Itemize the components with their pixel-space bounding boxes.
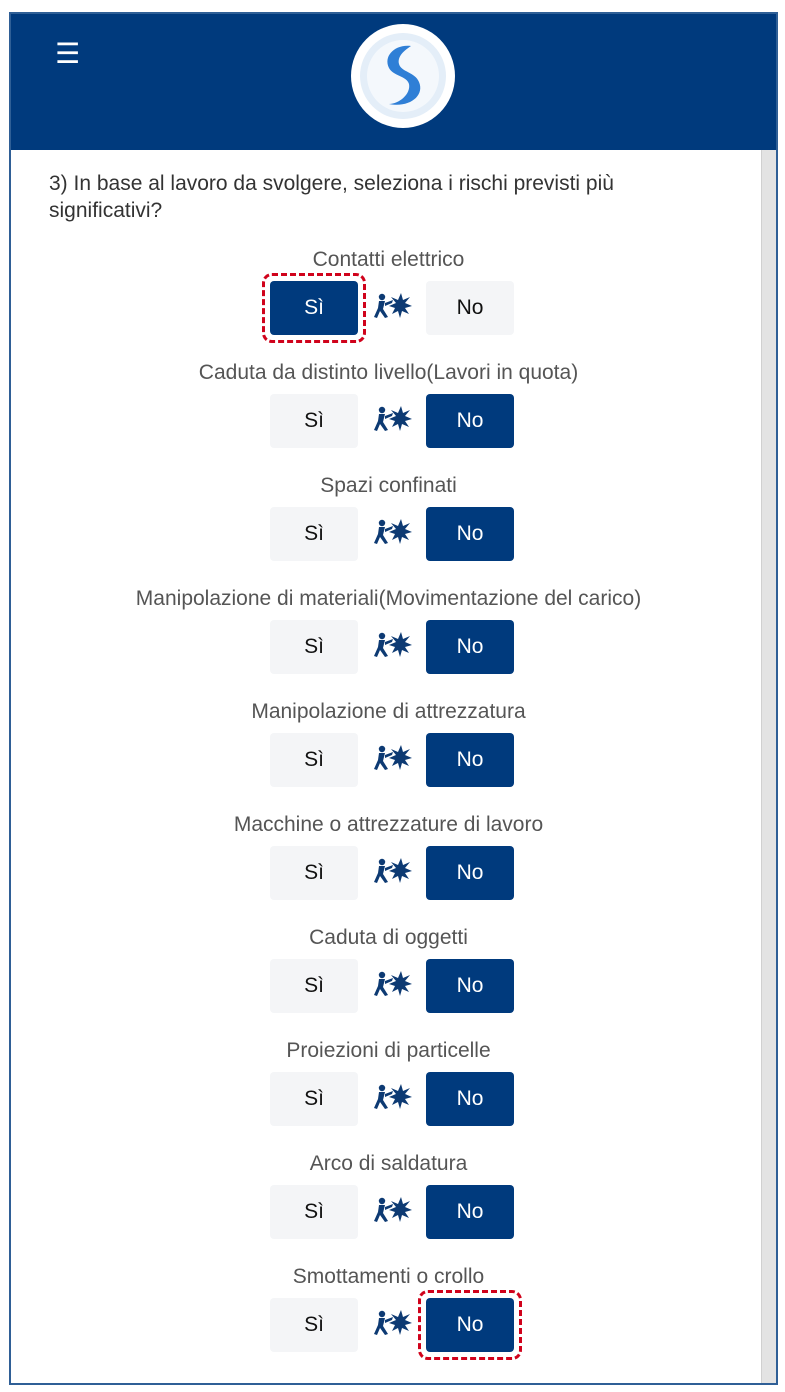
yes-button[interactable]: Sì <box>270 1072 358 1126</box>
electric-hazard-icon <box>374 1310 412 1335</box>
app-frame: ☰ 3) In base al lavoro da svolgere, sele… <box>9 12 778 1385</box>
risk-label: Manipolazione di materiali(Movimentazion… <box>135 587 642 610</box>
yes-button[interactable]: Sì <box>270 1185 358 1239</box>
yes-button[interactable]: Sì <box>270 1298 358 1352</box>
risk-item: Caduta di oggetti Sì No <box>11 925 766 1038</box>
no-button[interactable]: No <box>426 1298 514 1352</box>
risk-item: Spazi confinati Sì No <box>11 473 766 586</box>
no-button[interactable]: No <box>426 846 514 900</box>
no-button[interactable]: No <box>426 733 514 787</box>
risk-item: Manipolazione di attrezzatura Sì No <box>11 699 766 812</box>
no-button[interactable]: No <box>426 620 514 674</box>
yes-button[interactable]: Sì <box>270 620 358 674</box>
electric-hazard-icon <box>374 293 412 318</box>
risk-label: Macchine o attrezzature di lavoro <box>233 813 544 836</box>
risk-label: Arco di saldatura <box>309 1152 468 1175</box>
question-content: 3) In base al lavoro da svolgere, selezi… <box>11 150 776 1383</box>
yes-button[interactable]: Sì <box>270 733 358 787</box>
no-button[interactable]: No <box>426 1185 514 1239</box>
risk-item: Proiezioni di particelle Sì No <box>11 1038 766 1151</box>
yes-button[interactable]: Sì <box>270 959 358 1013</box>
risk-label: Proiezioni di particelle <box>286 1039 491 1062</box>
yes-button[interactable]: Sì <box>270 846 358 900</box>
no-button[interactable]: No <box>426 1072 514 1126</box>
electric-hazard-icon <box>374 632 412 657</box>
logo-icon <box>353 26 453 126</box>
yes-button[interactable]: Sì <box>270 394 358 448</box>
risk-item: Arco di saldatura Sì No <box>11 1151 766 1264</box>
electric-hazard-icon <box>374 858 412 883</box>
risk-item: Caduta da distinto livello(Lavori in quo… <box>11 360 766 473</box>
question-text: 3) In base al lavoro da svolgere, selezi… <box>49 172 614 222</box>
electric-hazard-icon <box>374 745 412 770</box>
electric-hazard-icon <box>374 1084 412 1109</box>
risk-item: Manipolazione di materiali(Movimentazion… <box>11 586 766 699</box>
electric-hazard-icon <box>374 1197 412 1222</box>
risk-item: Contatti elettrico Sì No <box>11 247 766 360</box>
risk-label: Smottamenti o crollo <box>292 1265 485 1288</box>
app-header: ☰ <box>11 14 776 150</box>
electric-hazard-icon <box>374 406 412 431</box>
no-button[interactable]: No <box>426 281 514 335</box>
risk-item: Macchine o attrezzature di lavoro Sì No <box>11 812 766 925</box>
no-button[interactable]: No <box>426 507 514 561</box>
no-button[interactable]: No <box>426 394 514 448</box>
risk-label: Manipolazione di attrezzatura <box>251 700 526 723</box>
electric-hazard-icon <box>374 971 412 996</box>
risk-label: Caduta di oggetti <box>309 926 468 949</box>
risk-label: Caduta da distinto livello(Lavori in quo… <box>198 361 579 384</box>
hamburger-menu-icon[interactable]: ☰ <box>55 40 80 68</box>
yes-button[interactable]: Sì <box>270 507 358 561</box>
app-logo <box>351 24 455 128</box>
risk-label: Contatti elettrico <box>312 248 465 271</box>
yes-button[interactable]: Sì <box>270 281 358 335</box>
no-button[interactable]: No <box>426 959 514 1013</box>
vertical-scrollbar[interactable] <box>761 150 776 1383</box>
risk-label: Spazi confinati <box>320 474 457 497</box>
risk-item: Smottamenti o crollo Sì No <box>11 1264 766 1377</box>
electric-hazard-icon <box>374 519 412 544</box>
